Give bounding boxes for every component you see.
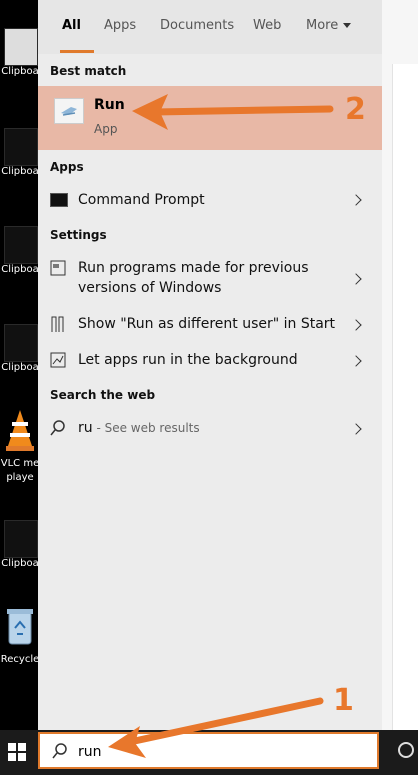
result-label: Let apps run in the background bbox=[78, 352, 298, 368]
cortana-icon[interactable] bbox=[398, 742, 414, 758]
result-run-older-programs[interactable]: Run programs made for previous versions … bbox=[38, 256, 382, 302]
command-prompt-icon bbox=[50, 193, 68, 207]
search-icon bbox=[52, 743, 67, 759]
result-label-line2: versions of Windows bbox=[78, 280, 222, 296]
section-best-match: Best match bbox=[50, 64, 127, 78]
annotation-number-1: 1 bbox=[333, 683, 354, 718]
desktop-icon-label: Clipboa bbox=[1, 558, 39, 569]
web-result-text: ru - See web results bbox=[78, 418, 200, 438]
chevron-right-icon[interactable] bbox=[350, 319, 362, 331]
chevron-right-icon[interactable] bbox=[350, 273, 362, 285]
section-apps: Apps bbox=[50, 160, 84, 174]
chevron-right-icon[interactable] bbox=[350, 194, 362, 206]
start-settings-icon bbox=[51, 316, 64, 332]
tab-more[interactable]: More bbox=[306, 18, 352, 33]
windows-start-icon[interactable] bbox=[8, 743, 26, 761]
desktop-icon-label: VLC me bbox=[0, 458, 40, 469]
vlc-cone-icon bbox=[6, 410, 34, 451]
desktop-thumbnail bbox=[4, 128, 38, 166]
tab-more-label: More bbox=[306, 18, 339, 33]
compatibility-icon bbox=[50, 260, 66, 276]
best-match-title: Run bbox=[94, 97, 125, 113]
result-run-as-different-user[interactable]: Show "Run as different user" in Start bbox=[38, 312, 382, 338]
recycle-bin-icon bbox=[7, 609, 33, 645]
desktop-strip: Clipboa Clipboa Clipboa Clipboa VLC me p… bbox=[0, 0, 40, 730]
desktop-icon-label: Clipboa bbox=[1, 66, 39, 77]
desktop-thumbnail bbox=[4, 324, 38, 362]
preview-pane bbox=[382, 0, 418, 730]
preview-pane-content bbox=[392, 64, 418, 730]
result-web-search[interactable]: ru - See web results bbox=[38, 416, 382, 442]
active-tab-indicator bbox=[60, 50, 94, 53]
desktop-icon-label: Clipboa bbox=[1, 166, 39, 177]
taskbar-search-box[interactable]: run bbox=[38, 732, 379, 769]
section-settings: Settings bbox=[50, 228, 107, 242]
annotation-number-2: 2 bbox=[345, 92, 366, 127]
result-label: Command Prompt bbox=[78, 192, 205, 208]
desktop-icon-label: Recycle bbox=[0, 654, 40, 665]
chevron-right-icon[interactable] bbox=[350, 423, 362, 435]
search-input[interactable]: run bbox=[78, 744, 102, 760]
search-icon bbox=[50, 420, 65, 436]
search-results-panel: All Apps Documents Web More Best match R… bbox=[38, 0, 382, 730]
desktop-icon-label: playe bbox=[6, 472, 34, 483]
tab-documents[interactable]: Documents bbox=[160, 18, 234, 33]
web-query: ru bbox=[78, 420, 93, 436]
desktop-icon-label: Clipboa bbox=[1, 362, 39, 373]
desktop-icon-label: Clipboa bbox=[1, 264, 39, 275]
web-hint: - See web results bbox=[92, 421, 200, 435]
tab-apps[interactable]: Apps bbox=[104, 18, 136, 33]
run-app-icon bbox=[54, 98, 84, 124]
desktop-icon-vlc[interactable]: VLC me playe bbox=[0, 406, 40, 483]
section-search-web: Search the web bbox=[50, 388, 156, 402]
best-match-subtitle: App bbox=[94, 122, 118, 136]
desktop-thumbnail bbox=[4, 520, 38, 558]
background-apps-icon bbox=[50, 352, 66, 368]
result-background-apps[interactable]: Let apps run in the background bbox=[38, 348, 382, 374]
chevron-down-icon bbox=[343, 23, 352, 28]
best-match-run-app[interactable]: Run App bbox=[38, 86, 382, 150]
desktop-thumbnail bbox=[4, 226, 38, 264]
tab-all[interactable]: All bbox=[62, 18, 81, 33]
chevron-right-icon[interactable] bbox=[350, 355, 362, 367]
result-command-prompt[interactable]: Command Prompt bbox=[38, 186, 382, 214]
desktop-icon-recycle-bin[interactable]: Recycle bbox=[0, 606, 40, 665]
desktop-thumbnail bbox=[4, 28, 38, 66]
result-label-line1: Run programs made for previous bbox=[78, 260, 309, 276]
search-tabs: All Apps Documents Web More bbox=[38, 0, 382, 54]
tab-web[interactable]: Web bbox=[253, 18, 281, 33]
result-label: Show "Run as different user" in Start bbox=[78, 316, 336, 332]
